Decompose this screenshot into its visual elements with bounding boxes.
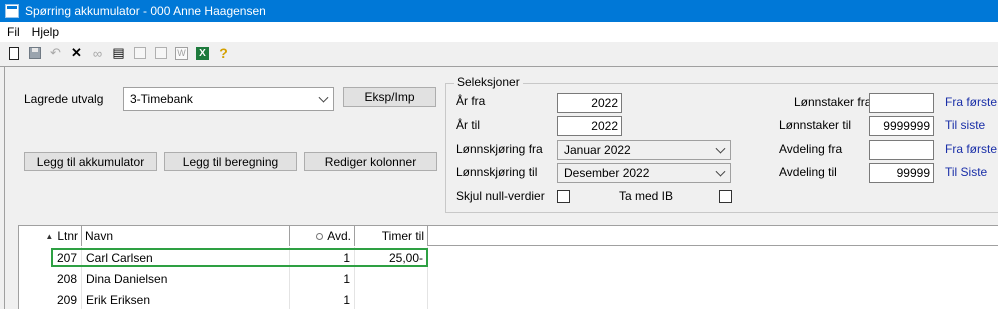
binoculars-icon[interactable]: ∞ xyxy=(88,44,107,62)
employee-to-field[interactable]: 9999999 xyxy=(869,116,934,136)
year-from-label: År fra xyxy=(456,94,486,108)
cell-timer-til xyxy=(355,268,428,289)
payroll-to-dropdown[interactable]: Desember 2022 xyxy=(557,163,731,183)
selection-groupbox-title: Seleksjoner xyxy=(454,75,523,89)
menu-help[interactable]: Hjelp xyxy=(27,25,64,39)
results-grid: ▲ Ltnr Navn Avd. Timer til 207 Carl Carl… xyxy=(18,225,998,309)
department-from-label: Avdeling fra xyxy=(779,142,843,156)
export-import-button[interactable]: Eksp/Imp xyxy=(343,87,436,107)
payroll-from-label: Lønnskjøring fra xyxy=(456,142,543,156)
payroll-to-value: Desember 2022 xyxy=(564,166,650,180)
menu-bar: Fil Hjelp xyxy=(0,22,998,42)
new-document-icon[interactable] xyxy=(4,44,23,62)
department-last-link[interactable]: Til Siste xyxy=(945,165,987,179)
table-row[interactable]: 208 Dina Danielsen 1 xyxy=(19,268,998,289)
panel-edge xyxy=(4,67,5,309)
year-from-field[interactable]: 2022 xyxy=(557,93,622,113)
department-to-label: Avdeling til xyxy=(779,165,837,179)
save-icon[interactable] xyxy=(25,44,44,62)
word-icon[interactable]: W xyxy=(172,44,191,62)
saved-selection-dropdown[interactable]: 3-Timebank xyxy=(123,87,334,111)
hide-zero-checkbox[interactable] xyxy=(557,190,570,203)
delete-icon[interactable]: ✕ xyxy=(67,44,86,62)
window-title: Spørring akkumulator - 000 Anne Haagense… xyxy=(25,4,266,18)
column-header-timer-til[interactable]: Timer til xyxy=(355,226,428,246)
preview-icon[interactable] xyxy=(130,44,149,62)
department-from-field[interactable] xyxy=(869,140,934,160)
add-accumulator-button[interactable]: Legg til akkumulator xyxy=(24,152,157,171)
row-highlight-box xyxy=(51,248,428,267)
include-ib-checkbox[interactable] xyxy=(719,190,732,203)
sort-ascending-icon: ▲ xyxy=(45,231,54,241)
cell-avd: 1 xyxy=(290,289,355,309)
print-icon[interactable]: ▤ xyxy=(109,44,128,62)
payroll-from-dropdown[interactable]: Januar 2022 xyxy=(557,140,731,160)
cell-navn: Dina Danielsen xyxy=(82,268,290,289)
toolbar-divider xyxy=(0,66,998,67)
column-header-avd[interactable]: Avd. xyxy=(290,226,355,246)
employee-from-field[interactable] xyxy=(869,93,934,113)
chevron-down-icon xyxy=(715,143,726,154)
cell-navn: Erik Eriksen xyxy=(82,289,290,309)
saved-selection-value: 3-Timebank xyxy=(130,92,193,106)
undo-icon[interactable]: ↶ xyxy=(46,44,65,62)
copy-icon[interactable] xyxy=(151,44,170,62)
excel-icon[interactable]: X xyxy=(193,44,212,62)
add-calculation-button[interactable]: Legg til beregning xyxy=(164,152,297,171)
title-bar: Spørring akkumulator - 000 Anne Haagense… xyxy=(0,0,998,22)
department-first-link[interactable]: Fra første xyxy=(945,142,997,156)
include-ib-label: Ta med IB xyxy=(619,189,674,203)
year-to-label: År til xyxy=(456,118,480,132)
cell-ltnr: 208 xyxy=(19,268,82,289)
column-header-ltnr[interactable]: ▲ Ltnr xyxy=(19,226,82,246)
toolbar: ↶ ✕ ∞ ▤ W X ? xyxy=(0,42,998,64)
department-to-field[interactable]: 99999 xyxy=(869,163,934,183)
grid-header: ▲ Ltnr Navn Avd. Timer til xyxy=(19,226,998,246)
employee-last-link[interactable]: Til siste xyxy=(945,118,985,132)
menu-file[interactable]: Fil xyxy=(2,25,25,39)
table-row[interactable]: 209 Erik Eriksen 1 xyxy=(19,289,998,309)
payroll-from-value: Januar 2022 xyxy=(564,143,631,157)
search-icon xyxy=(316,232,324,240)
chevron-down-icon xyxy=(318,92,329,103)
cell-ltnr: 209 xyxy=(19,289,82,309)
payroll-to-label: Lønnskjøring til xyxy=(456,165,538,179)
employee-from-label: Lønnstaker fra xyxy=(794,95,872,109)
column-header-navn[interactable]: Navn xyxy=(82,226,290,246)
employee-to-label: Lønnstaker til xyxy=(779,118,852,132)
cell-avd: 1 xyxy=(290,268,355,289)
hide-zero-label: Skjul null-verdier xyxy=(456,189,545,203)
employee-first-link[interactable]: Fra første xyxy=(945,95,997,109)
app-icon xyxy=(5,4,19,18)
saved-selection-label: Lagrede utvalg xyxy=(24,92,104,106)
chevron-down-icon xyxy=(715,166,726,177)
edit-columns-button[interactable]: Rediger kolonner xyxy=(304,152,437,171)
year-to-field[interactable]: 2022 xyxy=(557,116,622,136)
help-key-icon[interactable]: ? xyxy=(214,44,233,62)
cell-timer-til xyxy=(355,289,428,309)
